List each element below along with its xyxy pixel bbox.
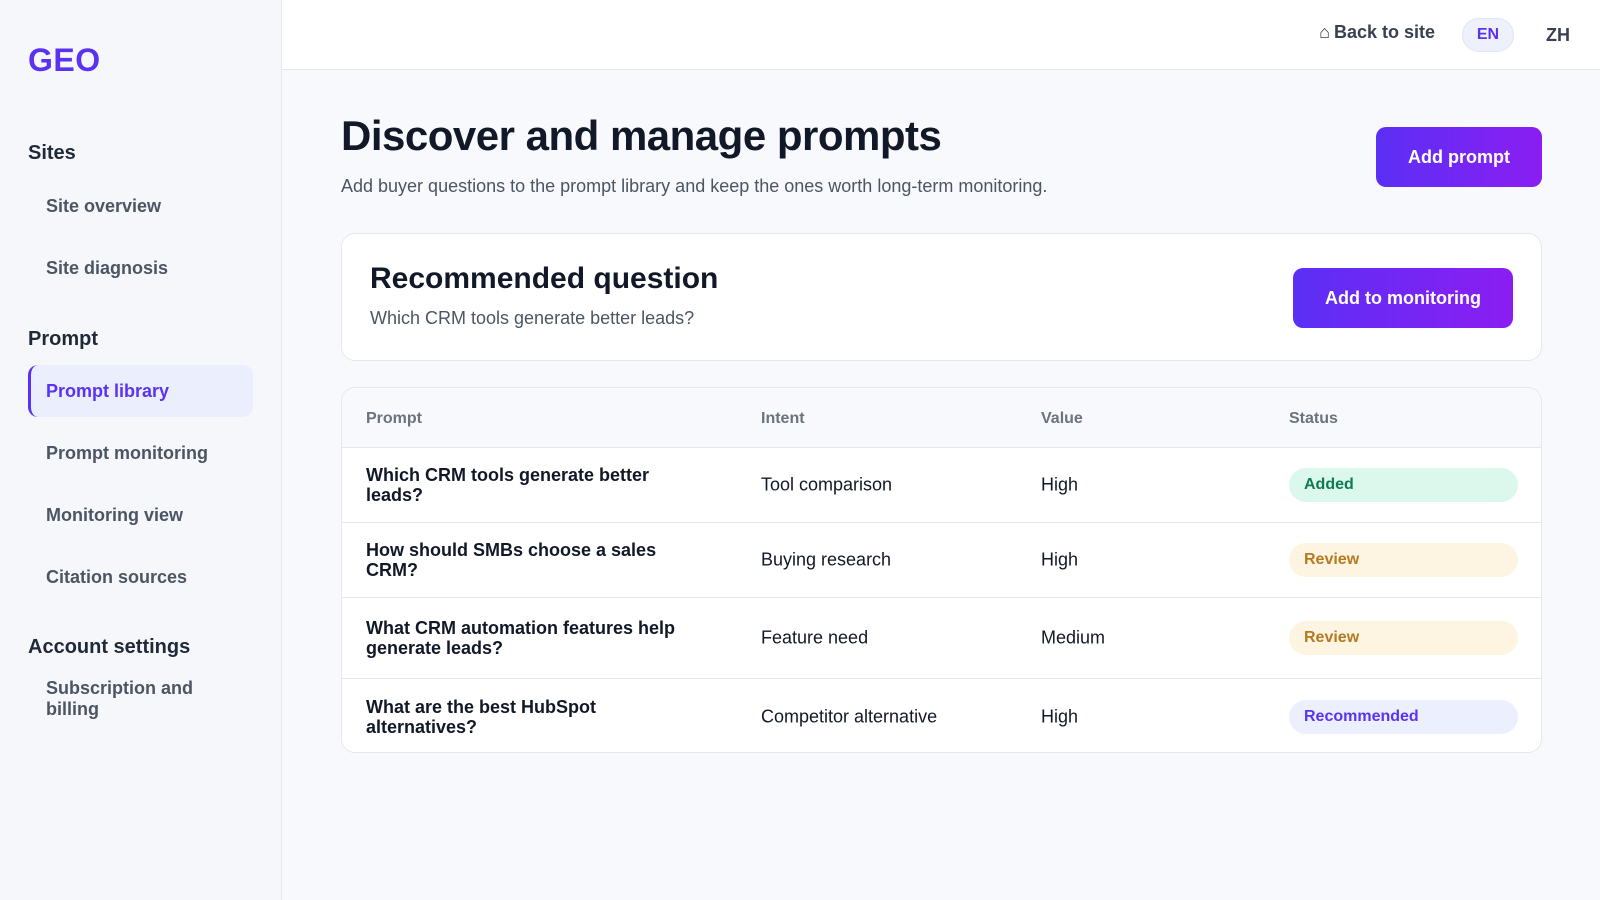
page-title: Discover and manage prompts bbox=[341, 112, 942, 159]
row-value: High bbox=[1041, 549, 1079, 570]
status-badge: Review bbox=[1289, 621, 1518, 655]
row-prompt: Which CRM tools generate better leads? bbox=[366, 465, 650, 505]
row-value: High bbox=[1041, 474, 1079, 495]
nav-section-account-settings: Account settings bbox=[28, 636, 191, 658]
column-header-intent: Intent bbox=[761, 410, 805, 427]
language-en-button[interactable]: EN bbox=[1462, 18, 1514, 52]
sidebar-item-subscription-billing[interactable]: Subscription and billing bbox=[28, 676, 228, 728]
row-intent: Competitor alternative bbox=[761, 706, 938, 726]
sidebar-item-citation-sources[interactable]: Citation sources bbox=[28, 551, 253, 603]
logo: GEO bbox=[28, 42, 101, 78]
recommended-question-text: Which CRM tools generate better leads? bbox=[370, 308, 695, 328]
column-header-prompt: Prompt bbox=[366, 410, 422, 427]
sidebar: GEO Sites Site overview Site diagnosis P… bbox=[0, 0, 282, 900]
table-row[interactable]: What are the best HubSpot alternatives? … bbox=[342, 679, 1541, 752]
table-row[interactable]: How should SMBs choose a sales CRM? Buyi… bbox=[342, 523, 1541, 598]
sidebar-item-site-diagnosis[interactable]: Site diagnosis bbox=[28, 242, 253, 294]
column-header-value: Value bbox=[1041, 410, 1083, 427]
recommended-question-card: Recommended question Which CRM tools gen… bbox=[341, 233, 1542, 361]
prompt-table: Prompt Intent Value Status Which CRM too… bbox=[341, 387, 1542, 753]
column-header-status: Status bbox=[1289, 410, 1338, 427]
row-value: High bbox=[1041, 706, 1079, 726]
nav-section-sites: Sites bbox=[28, 142, 76, 164]
recommended-title: Recommended question bbox=[370, 262, 719, 295]
sidebar-item-prompt-library[interactable]: Prompt library bbox=[28, 365, 253, 417]
table-row[interactable]: Which CRM tools generate better leads? T… bbox=[342, 448, 1541, 523]
nav-section-prompt: Prompt bbox=[28, 328, 98, 350]
row-intent: Buying research bbox=[761, 549, 892, 570]
language-zh-button[interactable]: ZH bbox=[1538, 18, 1578, 52]
table-row[interactable]: What CRM automation features help genera… bbox=[342, 598, 1541, 679]
status-badge: Review bbox=[1289, 543, 1518, 577]
table-header: Prompt Intent Value Status bbox=[342, 388, 1541, 448]
add-to-monitoring-button[interactable]: Add to monitoring bbox=[1293, 268, 1513, 328]
status-badge: Recommended bbox=[1289, 699, 1518, 734]
page-subtitle: Add buyer questions to the prompt librar… bbox=[341, 176, 1048, 196]
row-value: Medium bbox=[1041, 627, 1106, 648]
topbar: ⌂ Back to site EN ZH bbox=[282, 0, 1600, 70]
status-badge: Added bbox=[1289, 468, 1518, 502]
row-prompt: How should SMBs choose a sales CRM? bbox=[366, 540, 657, 580]
row-prompt: What are the best HubSpot alternatives? bbox=[366, 696, 597, 737]
add-prompt-button[interactable]: Add prompt bbox=[1376, 127, 1542, 187]
back-to-site-label: Back to site bbox=[1333, 22, 1435, 42]
sidebar-item-site-overview[interactable]: Site overview bbox=[28, 180, 253, 232]
row-intent: Tool comparison bbox=[761, 474, 893, 495]
row-intent: Feature need bbox=[761, 627, 869, 648]
row-prompt: What CRM automation features help genera… bbox=[366, 618, 676, 658]
home-icon: ⌂ bbox=[1319, 22, 1330, 42]
back-to-site-link[interactable]: ⌂ Back to site bbox=[1319, 22, 1435, 43]
sidebar-item-monitoring-view[interactable]: Monitoring view bbox=[28, 489, 253, 541]
sidebar-item-prompt-monitoring[interactable]: Prompt monitoring bbox=[28, 427, 253, 479]
